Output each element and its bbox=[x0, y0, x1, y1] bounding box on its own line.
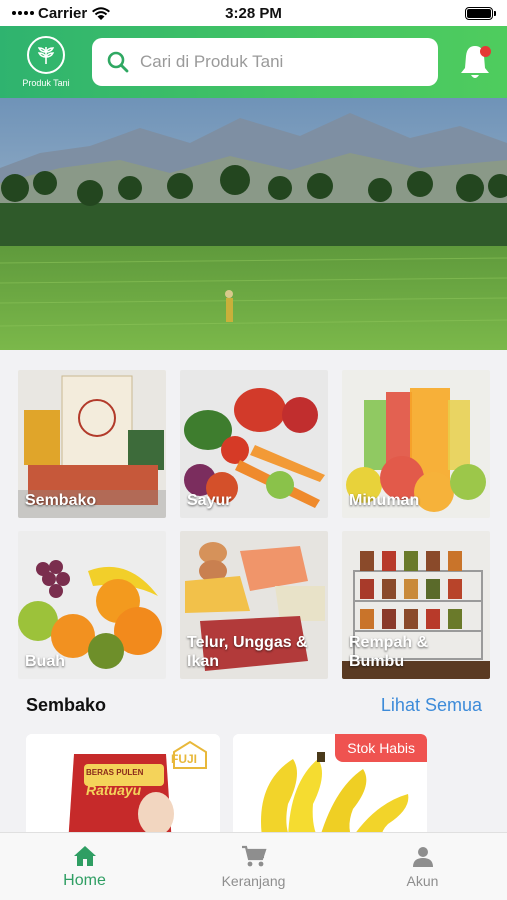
bottom-nav: Home Keranjang Akun bbox=[0, 832, 507, 900]
nav-label: Akun bbox=[406, 872, 439, 889]
rice-field-image bbox=[0, 98, 507, 350]
pack-brand-text: Ratuayu bbox=[86, 782, 142, 798]
signal-icon bbox=[12, 11, 34, 15]
category-minuman[interactable]: Minuman bbox=[342, 370, 490, 518]
category-label: Rempah & Bumbu bbox=[349, 634, 429, 670]
carrier-label: Carrier bbox=[38, 4, 88, 22]
cart-icon bbox=[241, 845, 267, 866]
battery-icon bbox=[465, 6, 496, 20]
status-bar: Carrier 3:28 PM bbox=[0, 0, 507, 26]
category-telur-unggas-ikan[interactable]: Telur, Unggas & Ikan bbox=[180, 531, 328, 679]
nav-label: Home bbox=[63, 871, 106, 889]
user-icon bbox=[412, 846, 433, 867]
out-of-stock-badge: Stok Habis bbox=[335, 734, 427, 762]
category-label: Telur, Unggas & Ikan bbox=[187, 634, 308, 670]
app-header: Produk Tani bbox=[0, 26, 507, 98]
category-sayur[interactable]: Sayur bbox=[180, 370, 328, 518]
category-label: Sayur bbox=[187, 492, 232, 509]
pack-text: BERAS PULEN bbox=[86, 768, 144, 777]
logo-label: Produk Tani bbox=[22, 78, 70, 88]
nav-label: Keranjang bbox=[221, 872, 286, 889]
brand-logo-text: FUJI bbox=[171, 752, 198, 766]
nav-keranjang[interactable]: Keranjang bbox=[169, 833, 338, 900]
notification-button[interactable] bbox=[457, 42, 493, 82]
category-label: Sembako bbox=[25, 492, 97, 509]
product-card[interactable]: Stok Habis bbox=[233, 734, 427, 844]
search-input[interactable] bbox=[140, 52, 410, 72]
category-sembako[interactable]: Sembako bbox=[18, 370, 166, 518]
status-left: Carrier bbox=[12, 5, 111, 22]
wifi-icon bbox=[92, 6, 111, 20]
category-rempah-bumbu[interactable]: Rempah & Bumbu bbox=[342, 531, 490, 679]
category-buah[interactable]: Buah bbox=[18, 531, 166, 679]
section-header: Sembako Lihat Semua bbox=[26, 695, 482, 716]
app-logo[interactable]: Produk Tani bbox=[0, 26, 92, 98]
search-bar[interactable] bbox=[92, 38, 438, 86]
search-icon bbox=[107, 51, 129, 73]
leaf-icon bbox=[27, 36, 65, 74]
home-icon bbox=[73, 845, 96, 866]
section-title: Sembako bbox=[26, 695, 107, 715]
see-all-link[interactable]: Lihat Semua bbox=[381, 695, 482, 716]
product-card[interactable]: BERAS PULEN Ratuayu FUJI bbox=[26, 734, 220, 844]
category-label: Buah bbox=[25, 653, 65, 670]
hero-banner[interactable] bbox=[0, 98, 507, 350]
nav-akun[interactable]: Akun bbox=[338, 833, 507, 900]
category-label: Minuman bbox=[349, 492, 420, 509]
notification-dot bbox=[480, 46, 491, 57]
nav-home[interactable]: Home bbox=[0, 833, 169, 900]
